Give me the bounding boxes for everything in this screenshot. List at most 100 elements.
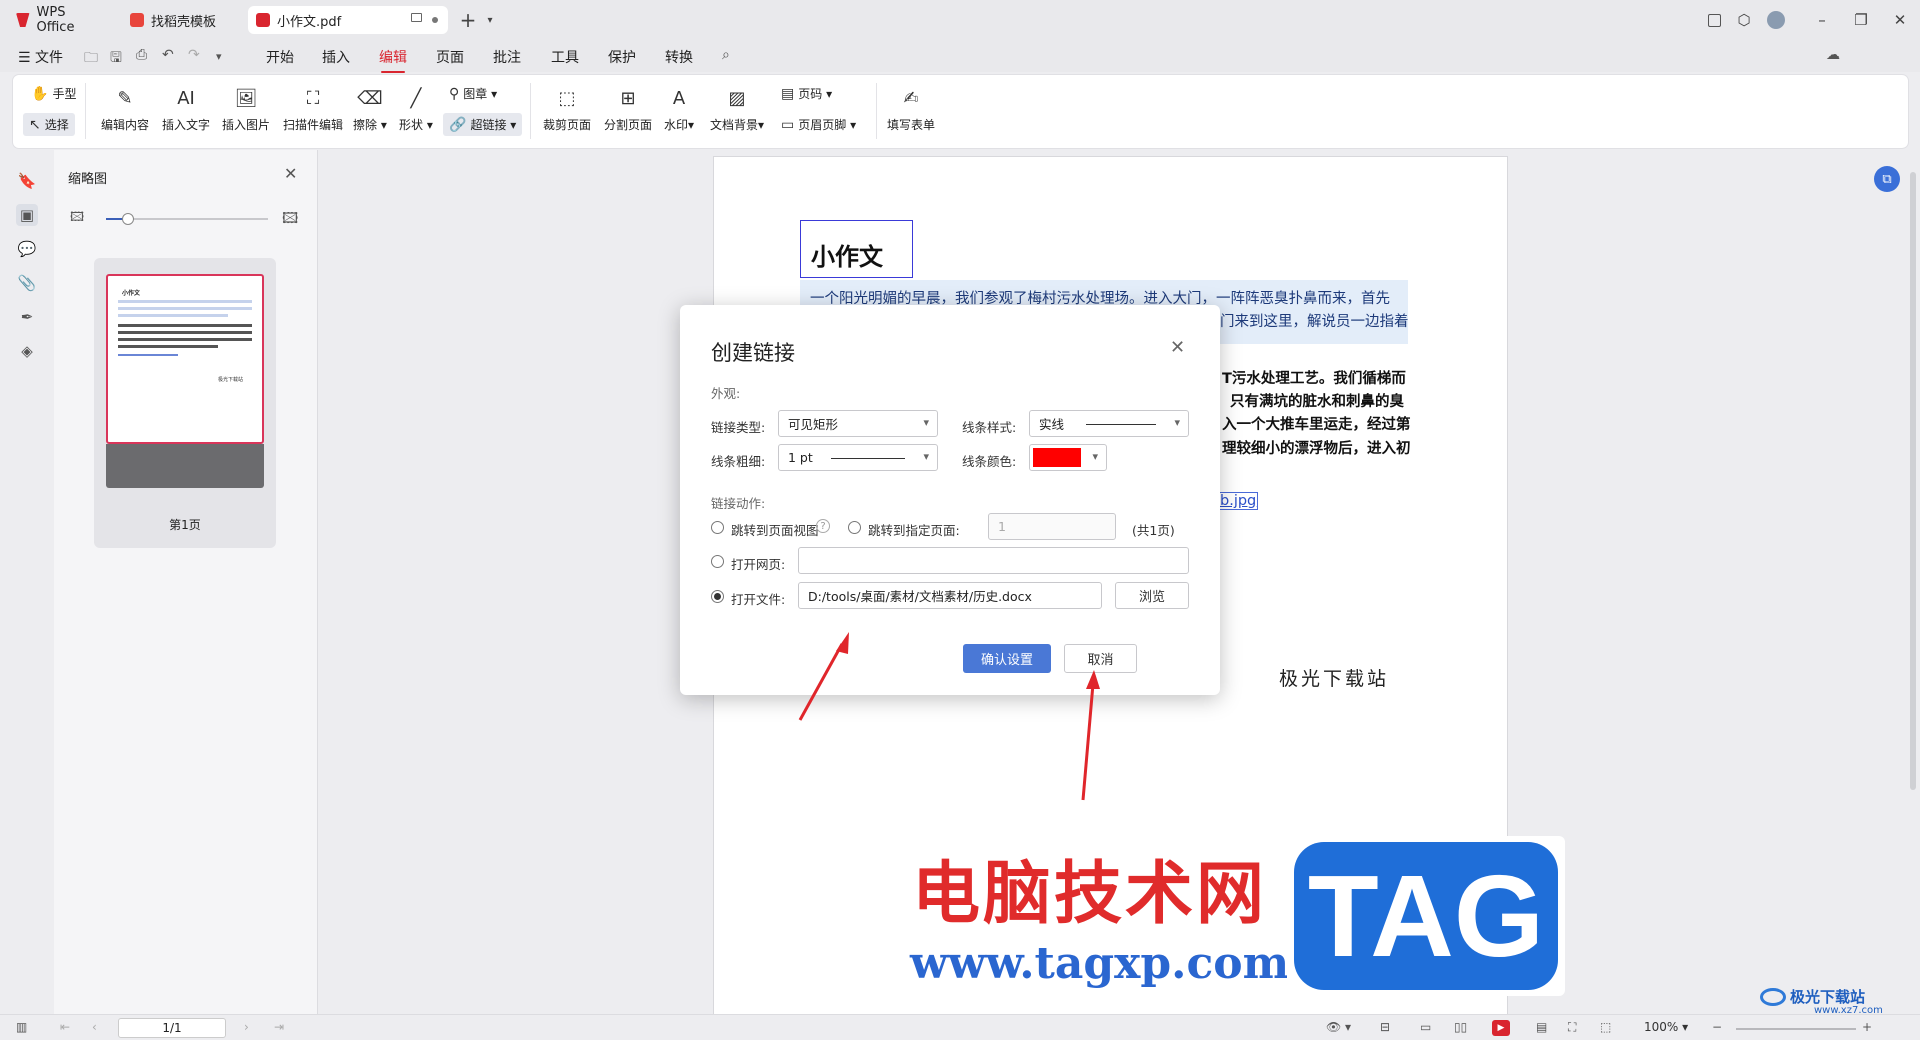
single-page-icon[interactable]: ▭	[1420, 1020, 1431, 1034]
floating-assistant-icon[interactable]: ⧉	[1874, 166, 1900, 192]
zoom-slider[interactable]	[1736, 1028, 1856, 1030]
small-image-icon[interactable]: 🖾	[70, 208, 84, 230]
line-width-select[interactable]: 1 pt ▾	[778, 444, 938, 471]
goto-view-radio[interactable]	[711, 521, 724, 534]
play-icon[interactable]: ▶	[1492, 1020, 1510, 1036]
menu-edit[interactable]: 编辑	[379, 47, 407, 73]
print-icon[interactable]: ⎙	[136, 47, 147, 63]
menu-tools[interactable]: 工具	[551, 47, 579, 67]
redo-icon[interactable]: ↷	[188, 47, 200, 63]
goto-page-radio[interactable]	[848, 521, 861, 534]
goto-page-input[interactable]: 1	[988, 513, 1116, 540]
tab-template[interactable]: 找稻壳模板	[122, 6, 240, 34]
browse-button[interactable]: 浏览	[1115, 582, 1189, 609]
thumbnail-size-slider[interactable]	[106, 213, 268, 225]
layers-icon[interactable]: ◈	[16, 340, 38, 362]
status-bar: ▥ ⇤ ‹ 1/1 › ⇥ 👁 ▾ ⊟ ▭ ▯▯ ▶ ▤ ⛶ ⬚ 100% ▾ …	[0, 1014, 1920, 1040]
double-page-icon[interactable]: ▯▯	[1454, 1020, 1467, 1034]
insert-image-button[interactable]: 🖼 插入图片	[222, 85, 270, 133]
crop-view-icon[interactable]: ⬚	[1600, 1020, 1611, 1034]
thumbnail-page[interactable]: 小作文 极光下载站	[106, 274, 264, 444]
tab-list-chevron-icon[interactable]: ▾	[480, 10, 500, 30]
fill-form-button[interactable]: ✍ 填写表单	[887, 85, 935, 133]
web-url-input[interactable]	[798, 547, 1189, 574]
cube-icon[interactable]: ⬡	[1734, 10, 1754, 30]
line-style-select[interactable]: 实线 ▾	[1029, 410, 1189, 437]
minimize-icon[interactable]: –	[1812, 10, 1832, 30]
open-web-radio[interactable]	[711, 555, 724, 568]
page-number-button[interactable]: ▤ 页码 ▾	[781, 85, 832, 102]
edit-content-button[interactable]: ✎ 编辑内容	[101, 85, 149, 133]
monitor-icon[interactable]	[411, 13, 422, 22]
header-footer-button[interactable]: ▭ 页眉页脚 ▾	[781, 116, 856, 133]
attachment-icon[interactable]: 📎	[16, 272, 38, 294]
tab-wps-office[interactable]: WPS Office	[8, 5, 113, 35]
comment-icon[interactable]: 💬	[16, 238, 38, 260]
unsaved-dot-icon[interactable]	[432, 17, 438, 23]
restore-icon[interactable]: ❐	[1851, 10, 1871, 30]
prev-page-icon[interactable]: ‹	[92, 1020, 97, 1034]
open-file-radio[interactable]	[711, 590, 724, 603]
zoom-select[interactable]: 100% ▾	[1644, 1020, 1688, 1034]
large-image-icon[interactable]: 🖾	[282, 208, 298, 233]
erase-label: 擦除	[353, 118, 378, 132]
shape-button[interactable]: ╱ 形状 ▾	[399, 85, 433, 133]
menu-page[interactable]: 页面	[436, 47, 464, 67]
next-page-icon[interactable]: ›	[244, 1020, 249, 1034]
erase-button[interactable]: ⌫ 擦除 ▾	[353, 85, 387, 133]
zoom-value: 100%	[1644, 1020, 1679, 1034]
thumbnail-icon[interactable]: ▣	[16, 204, 38, 226]
split-page-button[interactable]: ⊞ 分割页面	[604, 85, 652, 133]
doc-background-button[interactable]: ▨ 文档背景▾	[710, 85, 764, 133]
page-number-input[interactable]: 1/1	[118, 1018, 226, 1038]
bookmark-icon[interactable]: 🔖	[16, 170, 38, 192]
dialog-close-icon[interactable]: ✕	[1170, 337, 1185, 358]
help-icon[interactable]: ?	[816, 519, 830, 533]
scan-edit-button[interactable]: ⛶ 扫描件编辑	[283, 85, 343, 133]
sidebar-toggle-icon[interactable]: ▥	[16, 1020, 27, 1034]
watermark-button[interactable]: A 水印▾	[664, 85, 694, 133]
signature-icon[interactable]: ✒	[16, 306, 38, 328]
zoom-out-icon[interactable]: −	[1712, 1020, 1722, 1034]
file-path-input[interactable]: D:/tools/桌面/素材/文档素材/历史.docx	[798, 582, 1102, 609]
select-tool[interactable]: ↖ 选择	[23, 113, 75, 136]
layout-icon[interactable]	[1704, 10, 1724, 30]
slider-handle[interactable]	[122, 213, 134, 225]
first-page-icon[interactable]: ⇤	[60, 1020, 70, 1034]
undo-icon[interactable]: ↶	[162, 47, 174, 63]
insert-text-button[interactable]: AI 插入文字	[162, 85, 210, 133]
new-tab-button[interactable]: +	[458, 8, 478, 32]
eye-icon[interactable]: 👁 ▾	[1326, 1020, 1351, 1034]
close-window-icon[interactable]: ✕	[1890, 10, 1910, 30]
fit-width-icon[interactable]: ⊟	[1380, 1020, 1390, 1034]
menu-convert[interactable]: 转换	[665, 47, 693, 67]
search-icon[interactable]: ⌕	[722, 47, 730, 63]
hand-tool[interactable]: ✋ 手型	[31, 85, 76, 102]
tab-pdf-document[interactable]: 小作文.pdf	[248, 6, 448, 34]
hamburger-icon: ☰	[18, 50, 31, 66]
menu-insert[interactable]: 插入	[322, 47, 350, 67]
cloud-icon[interactable]: ☁	[1826, 47, 1840, 63]
vertical-scrollbar[interactable]	[1910, 172, 1916, 790]
stamp-button[interactable]: ⚲ 图章 ▾	[449, 85, 497, 102]
continuous-view-icon[interactable]: ▤	[1536, 1020, 1547, 1034]
line-style-value: 实线	[1039, 417, 1065, 432]
fullscreen-icon[interactable]: ⛶	[1568, 1020, 1576, 1035]
hyperlink-button[interactable]: 🔗 超链接 ▾	[443, 113, 523, 136]
crop-page-button[interactable]: ⬚ 裁剪页面	[543, 85, 591, 133]
menu-protect[interactable]: 保护	[608, 47, 636, 67]
menu-comment[interactable]: 批注	[493, 47, 521, 67]
last-page-icon[interactable]: ⇥	[274, 1020, 284, 1034]
quick-access-chevron-icon[interactable]: ▾	[216, 50, 222, 63]
thumbnail-card[interactable]: 小作文 极光下载站 第1页	[94, 258, 276, 548]
document-link[interactable]: b.jpg	[1218, 492, 1259, 510]
file-menu[interactable]: ☰ 文件	[18, 47, 63, 67]
link-type-select[interactable]: 可见矩形 ▾	[778, 410, 938, 437]
line-color-select[interactable]: ▾	[1029, 444, 1107, 471]
close-panel-icon[interactable]: ✕	[284, 164, 297, 183]
zoom-in-icon[interactable]: +	[1862, 1020, 1872, 1034]
menu-start[interactable]: 开始	[266, 47, 294, 67]
save-icon[interactable]: 🖫	[110, 47, 122, 71]
avatar[interactable]	[1766, 10, 1786, 30]
open-folder-icon[interactable]: 🗀	[84, 47, 98, 71]
